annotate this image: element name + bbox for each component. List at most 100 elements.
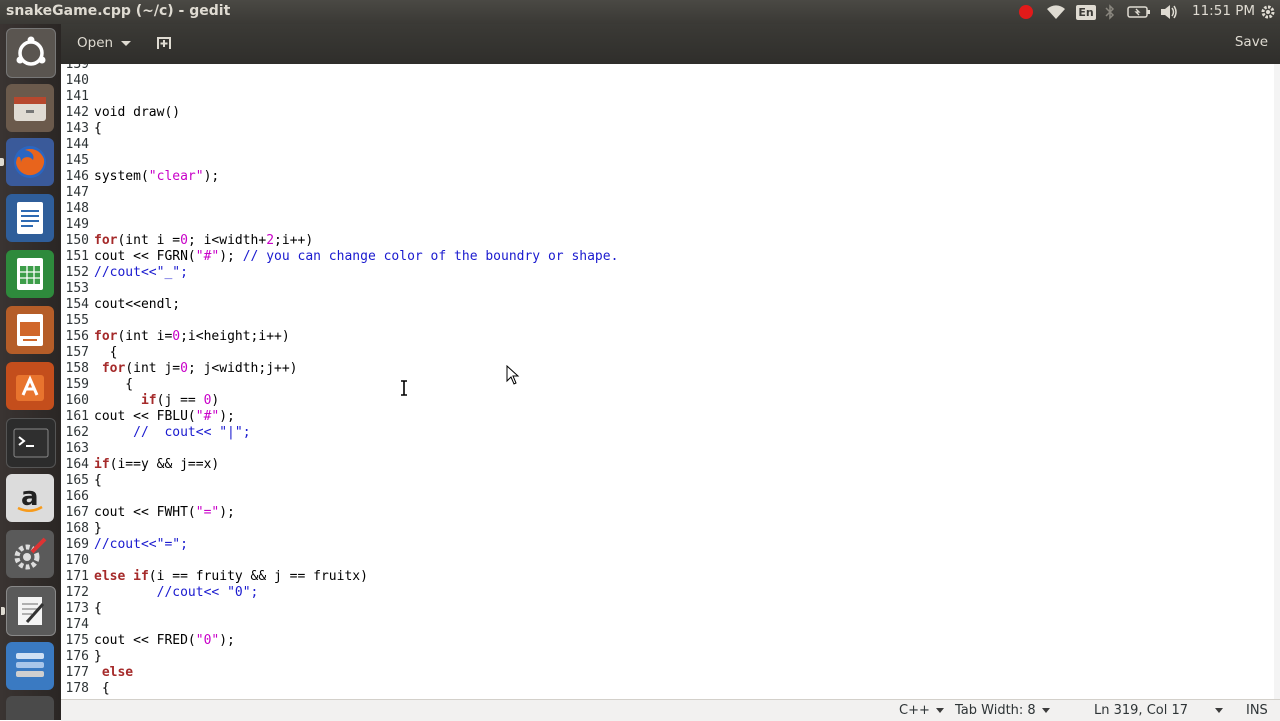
new-tab-button[interactable] <box>153 32 175 54</box>
text-editor-icon[interactable] <box>1 586 56 636</box>
language-selector[interactable]: C++ <box>899 703 944 718</box>
editor-text-area[interactable]: 139 140 141 142 void draw() 143 {144 145 146 syst… <box>61 64 1280 699</box>
line-text: system("clear"); <box>94 169 220 184</box>
code-line[interactable]: 163 <box>61 441 89 457</box>
line-number: 160 <box>65 393 89 408</box>
writer-icon[interactable] <box>6 194 54 242</box>
code-line[interactable]: 165 { <box>61 473 102 489</box>
line-number: 161 <box>65 409 89 424</box>
code-line[interactable]: 171 else if(i == fruity && j == fruitx) <box>61 569 368 585</box>
settings-gear-icon[interactable] <box>1258 0 1278 24</box>
code-line[interactable]: 173 { <box>61 601 102 617</box>
code-line[interactable]: 155 <box>61 313 89 329</box>
code-line[interactable]: 174 <box>61 617 89 633</box>
line-number: 169 <box>65 537 89 552</box>
cursor-position-label: Ln 319, Col 17 <box>1094 703 1189 718</box>
line-number: 167 <box>65 505 89 520</box>
wifi-icon[interactable] <box>1046 0 1066 24</box>
code-line[interactable]: 162 // cout<< "|"; <box>61 425 251 441</box>
line-number: 150 <box>65 233 89 248</box>
line-number: 140 <box>65 73 89 88</box>
code-line[interactable]: 152 //cout<<"_"; <box>61 265 188 281</box>
code-line[interactable]: 164 if(i==y && j==x) <box>61 457 220 473</box>
code-line[interactable]: 159 { <box>61 377 134 393</box>
line-text: cout << FBLU("#"); <box>94 409 235 424</box>
software-center-icon[interactable] <box>6 362 54 410</box>
tab-width-selector[interactable]: Tab Width: 8 <box>955 703 1050 718</box>
vertical-scrollbar[interactable] <box>1274 64 1280 699</box>
clock[interactable]: 11:51 PM <box>1192 3 1255 19</box>
line-text: cout<<endl; <box>94 297 181 312</box>
ubuntu-dash-icon[interactable] <box>6 28 56 78</box>
code-line[interactable]: 160 if(j == 0) <box>61 393 220 409</box>
line-number: 159 <box>65 377 89 392</box>
line-text: // cout<< "|"; <box>133 425 251 440</box>
impress-icon[interactable] <box>6 306 54 354</box>
line-number: 166 <box>65 489 89 504</box>
stacked-items-icon[interactable] <box>6 642 54 690</box>
firefox-icon[interactable] <box>0 138 54 186</box>
code-line[interactable]: 147 <box>61 185 89 201</box>
line-text: //cout<< "0"; <box>156 585 259 600</box>
code-line[interactable]: 168} <box>61 521 102 537</box>
code-line[interactable]: 151 cout << FGRN("#"); // you can change … <box>61 249 619 265</box>
code-line[interactable]: 166 <box>61 489 89 505</box>
code-line[interactable]: 172 //cout<< "0"; <box>61 585 259 601</box>
code-line[interactable]: 169 //cout<<"="; <box>61 537 188 553</box>
line-number: 163 <box>65 441 89 456</box>
code-line[interactable]: 148 <box>61 201 89 217</box>
insert-mode-indicator: INS <box>1246 703 1268 718</box>
code-line[interactable]: 141 <box>61 89 89 105</box>
chevron-down-icon[interactable] <box>1215 708 1223 713</box>
line-text: cout << FGRN("#"); // you can change col… <box>94 249 619 264</box>
code-line[interactable]: 139 <box>61 64 89 73</box>
bluetooth-icon[interactable] <box>1102 0 1118 24</box>
code-line[interactable]: 144 <box>61 137 89 153</box>
open-button[interactable]: Open <box>67 30 141 56</box>
text-cursor-icon <box>401 380 407 396</box>
battery-icon[interactable] <box>1127 0 1151 24</box>
code-line[interactable]: 167 cout << FWHT("="); <box>61 505 235 521</box>
code-line[interactable]: 177 else <box>61 665 134 681</box>
stacked-items-icon[interactable] <box>6 696 54 720</box>
record-icon[interactable] <box>1017 0 1035 24</box>
code-line[interactable]: 176} <box>61 649 102 665</box>
line-number: 176 <box>65 649 89 664</box>
code-line[interactable]: 140 <box>61 73 89 89</box>
line-text: else <box>101 665 134 680</box>
code-line[interactable]: 178 { <box>61 681 110 697</box>
code-line[interactable]: 170 <box>61 553 89 569</box>
line-number: 172 <box>65 585 89 600</box>
code-line[interactable]: 158 for(int j=0; j<width;j++) <box>61 361 298 377</box>
cursor-position[interactable]: Ln 319, Col 17 <box>1094 703 1188 718</box>
terminal-icon[interactable] <box>6 418 56 468</box>
language-label: C++ <box>899 703 930 718</box>
calc-icon[interactable] <box>6 250 54 298</box>
chevron-down-icon <box>121 40 132 46</box>
files-icon[interactable] <box>6 84 54 132</box>
code-line[interactable]: 142 void draw() <box>61 105 181 121</box>
code-line[interactable]: 150 for(int i =0; i<width+2;i++) <box>61 233 314 249</box>
code-line[interactable]: 149 <box>61 217 89 233</box>
code-line[interactable]: 145 <box>61 153 89 169</box>
line-number: 153 <box>65 281 89 296</box>
code-line[interactable]: 146 system("clear"); <box>61 169 220 185</box>
line-number: 151 <box>65 249 89 264</box>
code-line[interactable]: 156 for(int i=0;i<height;i++) <box>61 329 290 345</box>
keyboard-language-icon[interactable]: En <box>1076 0 1096 24</box>
volume-icon[interactable] <box>1158 0 1180 24</box>
code-line[interactable]: 157 { <box>61 345 118 361</box>
line-number: 145 <box>65 153 89 168</box>
code-line[interactable]: 175 cout << FRED("0"); <box>61 633 235 649</box>
code-line[interactable]: 161 cout << FBLU("#"); <box>61 409 235 425</box>
save-button[interactable]: Save <box>1235 34 1268 50</box>
code-line[interactable]: 154 cout<<endl; <box>61 297 181 313</box>
amazon-icon[interactable]: a <box>6 474 54 522</box>
code-line[interactable]: 153 <box>61 281 89 297</box>
chevron-down-icon <box>1041 708 1050 713</box>
line-text: if(i==y && j==x) <box>94 457 220 472</box>
code-line[interactable]: 143 { <box>61 121 102 137</box>
launcher: a <box>0 24 61 720</box>
system-settings-icon[interactable] <box>6 530 54 578</box>
line-text: if(j == 0) <box>140 393 220 408</box>
